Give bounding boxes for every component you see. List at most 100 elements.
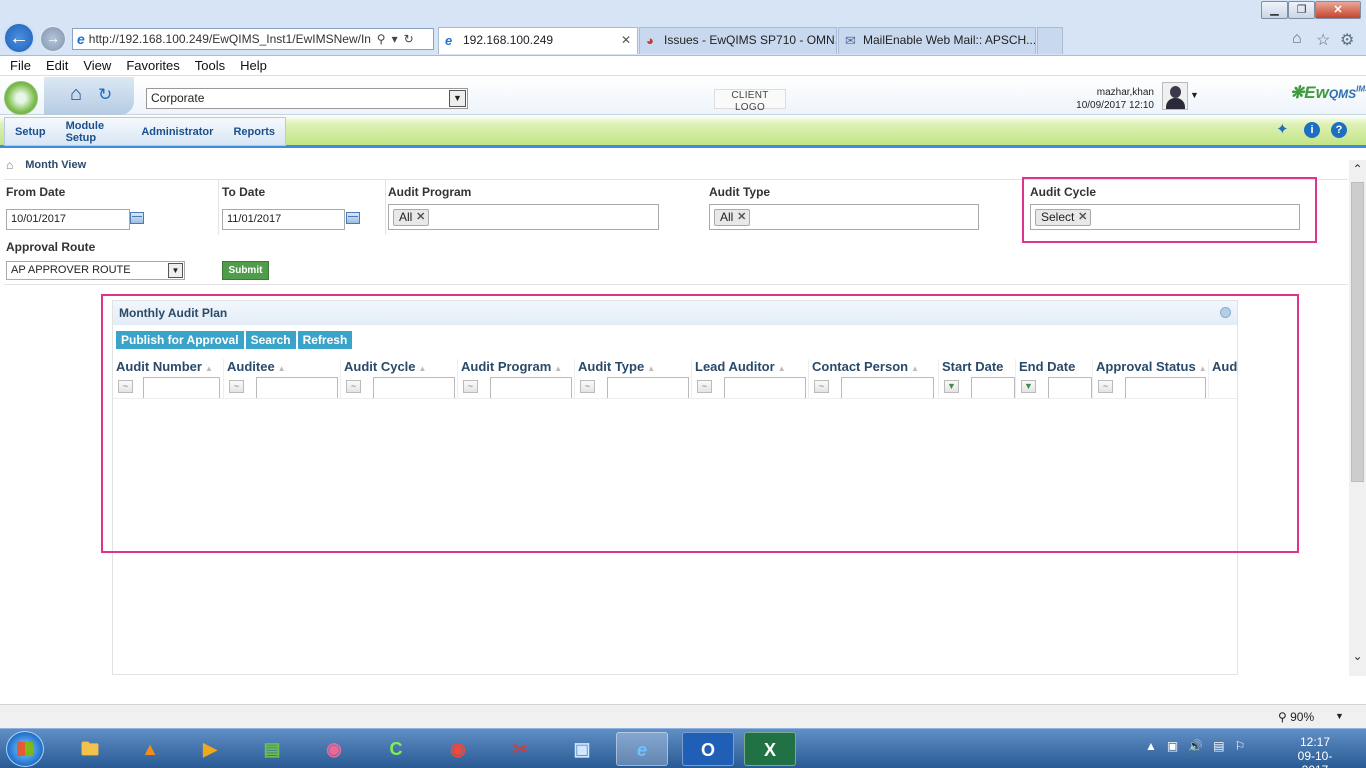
menu-view[interactable]: View (83, 58, 111, 73)
minimize-button[interactable]: ▁ (1261, 1, 1288, 19)
maximize-button[interactable]: ❐ (1288, 1, 1315, 19)
forward-button[interactable]: → (40, 26, 66, 52)
breadcrumb-current: Month View (25, 158, 87, 171)
to-date-input[interactable]: 11/01/2017 (222, 209, 345, 230)
brand-logo-suffix: IMS (1356, 84, 1366, 94)
taskbar-clock[interactable]: 12:17 09-10-2017 (1285, 735, 1345, 768)
menu-tools[interactable]: Tools (195, 58, 225, 73)
snipping-tool-taskbar-icon[interactable]: ✂ (494, 732, 546, 766)
client-logo-text: CLIENT LOGO (731, 90, 769, 113)
clock-date: 09-10-2017 (1297, 749, 1333, 768)
outlook-taskbar-icon[interactable]: O (682, 732, 734, 766)
explorer-taskbar-icon[interactable]: 🖿 (64, 732, 116, 766)
settings-gear-icon[interactable]: ⚙ (1340, 30, 1354, 50)
calendar-icon[interactable] (130, 212, 144, 224)
avatar[interactable] (1162, 82, 1188, 110)
tab-label: Issues - EwQIMS SP710 - OMN... (664, 33, 837, 47)
scroll-up-icon[interactable]: ⌃ (1349, 160, 1366, 179)
nav-reports[interactable]: Reports (223, 126, 285, 138)
zoom-level[interactable]: ⚲ 90% (1278, 710, 1314, 724)
chevron-down-icon[interactable]: ▼ (449, 90, 466, 107)
menu-file[interactable]: File (10, 58, 31, 73)
vlc-taskbar-icon[interactable]: ▲ (124, 732, 176, 766)
nav-administrator[interactable]: Administrator (131, 126, 223, 138)
menu-help[interactable]: Help (240, 58, 267, 73)
user-menu-caret-icon[interactable]: ▼ (1190, 90, 1199, 100)
home-page-icon[interactable]: ⌂ (1292, 30, 1302, 48)
menu-edit[interactable]: Edit (46, 58, 68, 73)
project-taskbar-icon[interactable]: ▤ (246, 732, 298, 766)
mail-tab-icon: ✉ (845, 33, 856, 48)
browser-tab-mail[interactable]: ✉ MailEnable Web Mail:: APSCH... (838, 27, 1036, 54)
audit-type-multiselect[interactable]: All ✕ (709, 204, 979, 230)
audit-program-token[interactable]: All ✕ (393, 209, 430, 226)
browser-tab-active[interactable]: e 192.168.100.249 ✕ (438, 27, 638, 54)
submit-button[interactable]: Submit (222, 261, 269, 280)
home-icon[interactable]: ⌂ (70, 83, 82, 106)
remove-token-icon[interactable]: ✕ (416, 210, 425, 225)
back-button[interactable]: ← (3, 22, 35, 54)
media-player-taskbar-icon[interactable]: ▶ (184, 732, 236, 766)
calendar-icon[interactable] (346, 212, 360, 224)
volume-icon[interactable]: 🔊 (1188, 739, 1203, 753)
zoom-icon: ⚲ (1278, 710, 1291, 724)
header-icon-group: ⌂ ↻ (44, 77, 134, 115)
audit-program-multiselect[interactable]: All ✕ (388, 204, 659, 230)
tray-app-icon[interactable]: ▣ (1167, 739, 1178, 753)
close-window-button[interactable]: ✕ (1315, 1, 1361, 19)
action-center-icon[interactable]: ⚐ (1235, 739, 1246, 753)
app-logo (4, 81, 38, 115)
chrome-taskbar-icon[interactable]: ◉ (432, 732, 484, 766)
address-bar[interactable]: e http://192.168.100.249/EwQIMS_Inst1/Ew… (72, 28, 434, 50)
nav-setup[interactable]: Setup (5, 126, 56, 138)
new-tab-button[interactable] (1037, 27, 1063, 54)
system-tray: ▲ ▣ 🔊 ▤ ⚐ (1145, 739, 1245, 753)
brand-logo-text: Ew (1304, 83, 1329, 102)
info-icon[interactable]: i (1304, 122, 1320, 138)
notes-taskbar-icon[interactable]: ▣ (556, 732, 608, 766)
page-scrollbar[interactable]: ⌃ ⌄ (1349, 160, 1366, 676)
network-icon[interactable]: ▤ (1213, 739, 1224, 753)
tab-label: MailEnable Web Mail:: APSCH... (863, 33, 1036, 47)
pin-icon[interactable]: ✦ (1276, 120, 1289, 138)
approval-route-select[interactable]: AP APPROVER ROUTE ▼ (6, 261, 185, 280)
paint-taskbar-icon[interactable]: ◉ (308, 732, 360, 766)
greenshot-taskbar-icon[interactable]: C (370, 732, 422, 766)
dropdown-icon[interactable]: ▾ (392, 32, 398, 46)
user-datetime: 10/09/2017 12:10 (1076, 100, 1154, 111)
tray-expand-icon[interactable]: ▲ (1145, 739, 1157, 753)
token-text: All (399, 210, 413, 224)
chevron-down-icon[interactable]: ▼ (168, 263, 183, 278)
user-name: mazhar,khan (1096, 87, 1154, 98)
refresh-icon[interactable]: ↻ (98, 85, 112, 105)
column-divider (385, 180, 386, 235)
nav-module-setup[interactable]: Module Setup (56, 120, 132, 144)
menu-favorites[interactable]: Favorites (126, 58, 179, 73)
audit-type-token[interactable]: All ✕ (714, 209, 751, 226)
favorites-star-icon[interactable]: ☆ (1316, 30, 1330, 50)
tab-label: 192.168.100.249 (463, 33, 554, 47)
from-date-input[interactable]: 10/01/2017 (6, 209, 130, 230)
refresh-page-icon[interactable]: ↻ (404, 32, 414, 46)
browser-toolbar: ▁ ❐ ✕ ← → e http://192.168.100.249/EwQIM… (0, 0, 1366, 56)
address-url[interactable]: http://192.168.100.249/EwQIMS_Inst1/EwIM… (89, 32, 371, 46)
search-icon[interactable]: ⚲ (377, 32, 386, 46)
app-header: ⌂ ↻ Corporate ▼ CLIENT LOGO mazhar,khan … (0, 77, 1366, 115)
zoom-dropdown-icon[interactable]: ▼ (1335, 711, 1344, 721)
browser-tab-issues[interactable]: ◕ Issues - EwQIMS SP710 - OMN... (639, 27, 837, 54)
excel-taskbar-icon[interactable]: X (744, 732, 796, 766)
organization-select[interactable]: Corporate ▼ (146, 88, 468, 109)
close-tab-icon[interactable]: ✕ (621, 28, 631, 53)
remove-token-icon[interactable]: ✕ (737, 210, 746, 225)
scroll-down-icon[interactable]: ⌄ (1349, 647, 1366, 666)
scroll-thumb[interactable] (1351, 182, 1364, 482)
client-logo: CLIENT LOGO (714, 89, 786, 113)
token-text: All (720, 210, 734, 224)
breadcrumb-home-icon[interactable]: ⌂ (6, 158, 13, 172)
issues-tab-icon: ◕ (646, 33, 654, 48)
help-icon[interactable]: ? (1331, 122, 1347, 138)
start-button[interactable] (6, 731, 44, 767)
ie-icon: e (77, 31, 85, 47)
windows-taskbar: 🖿 ▲ ▶ ▤ ◉ C ◉ ✂ ▣ e O X ▲ ▣ 🔊 ▤ ⚐ 12:17 … (0, 728, 1366, 768)
ie-taskbar-icon[interactable]: e (616, 732, 668, 766)
